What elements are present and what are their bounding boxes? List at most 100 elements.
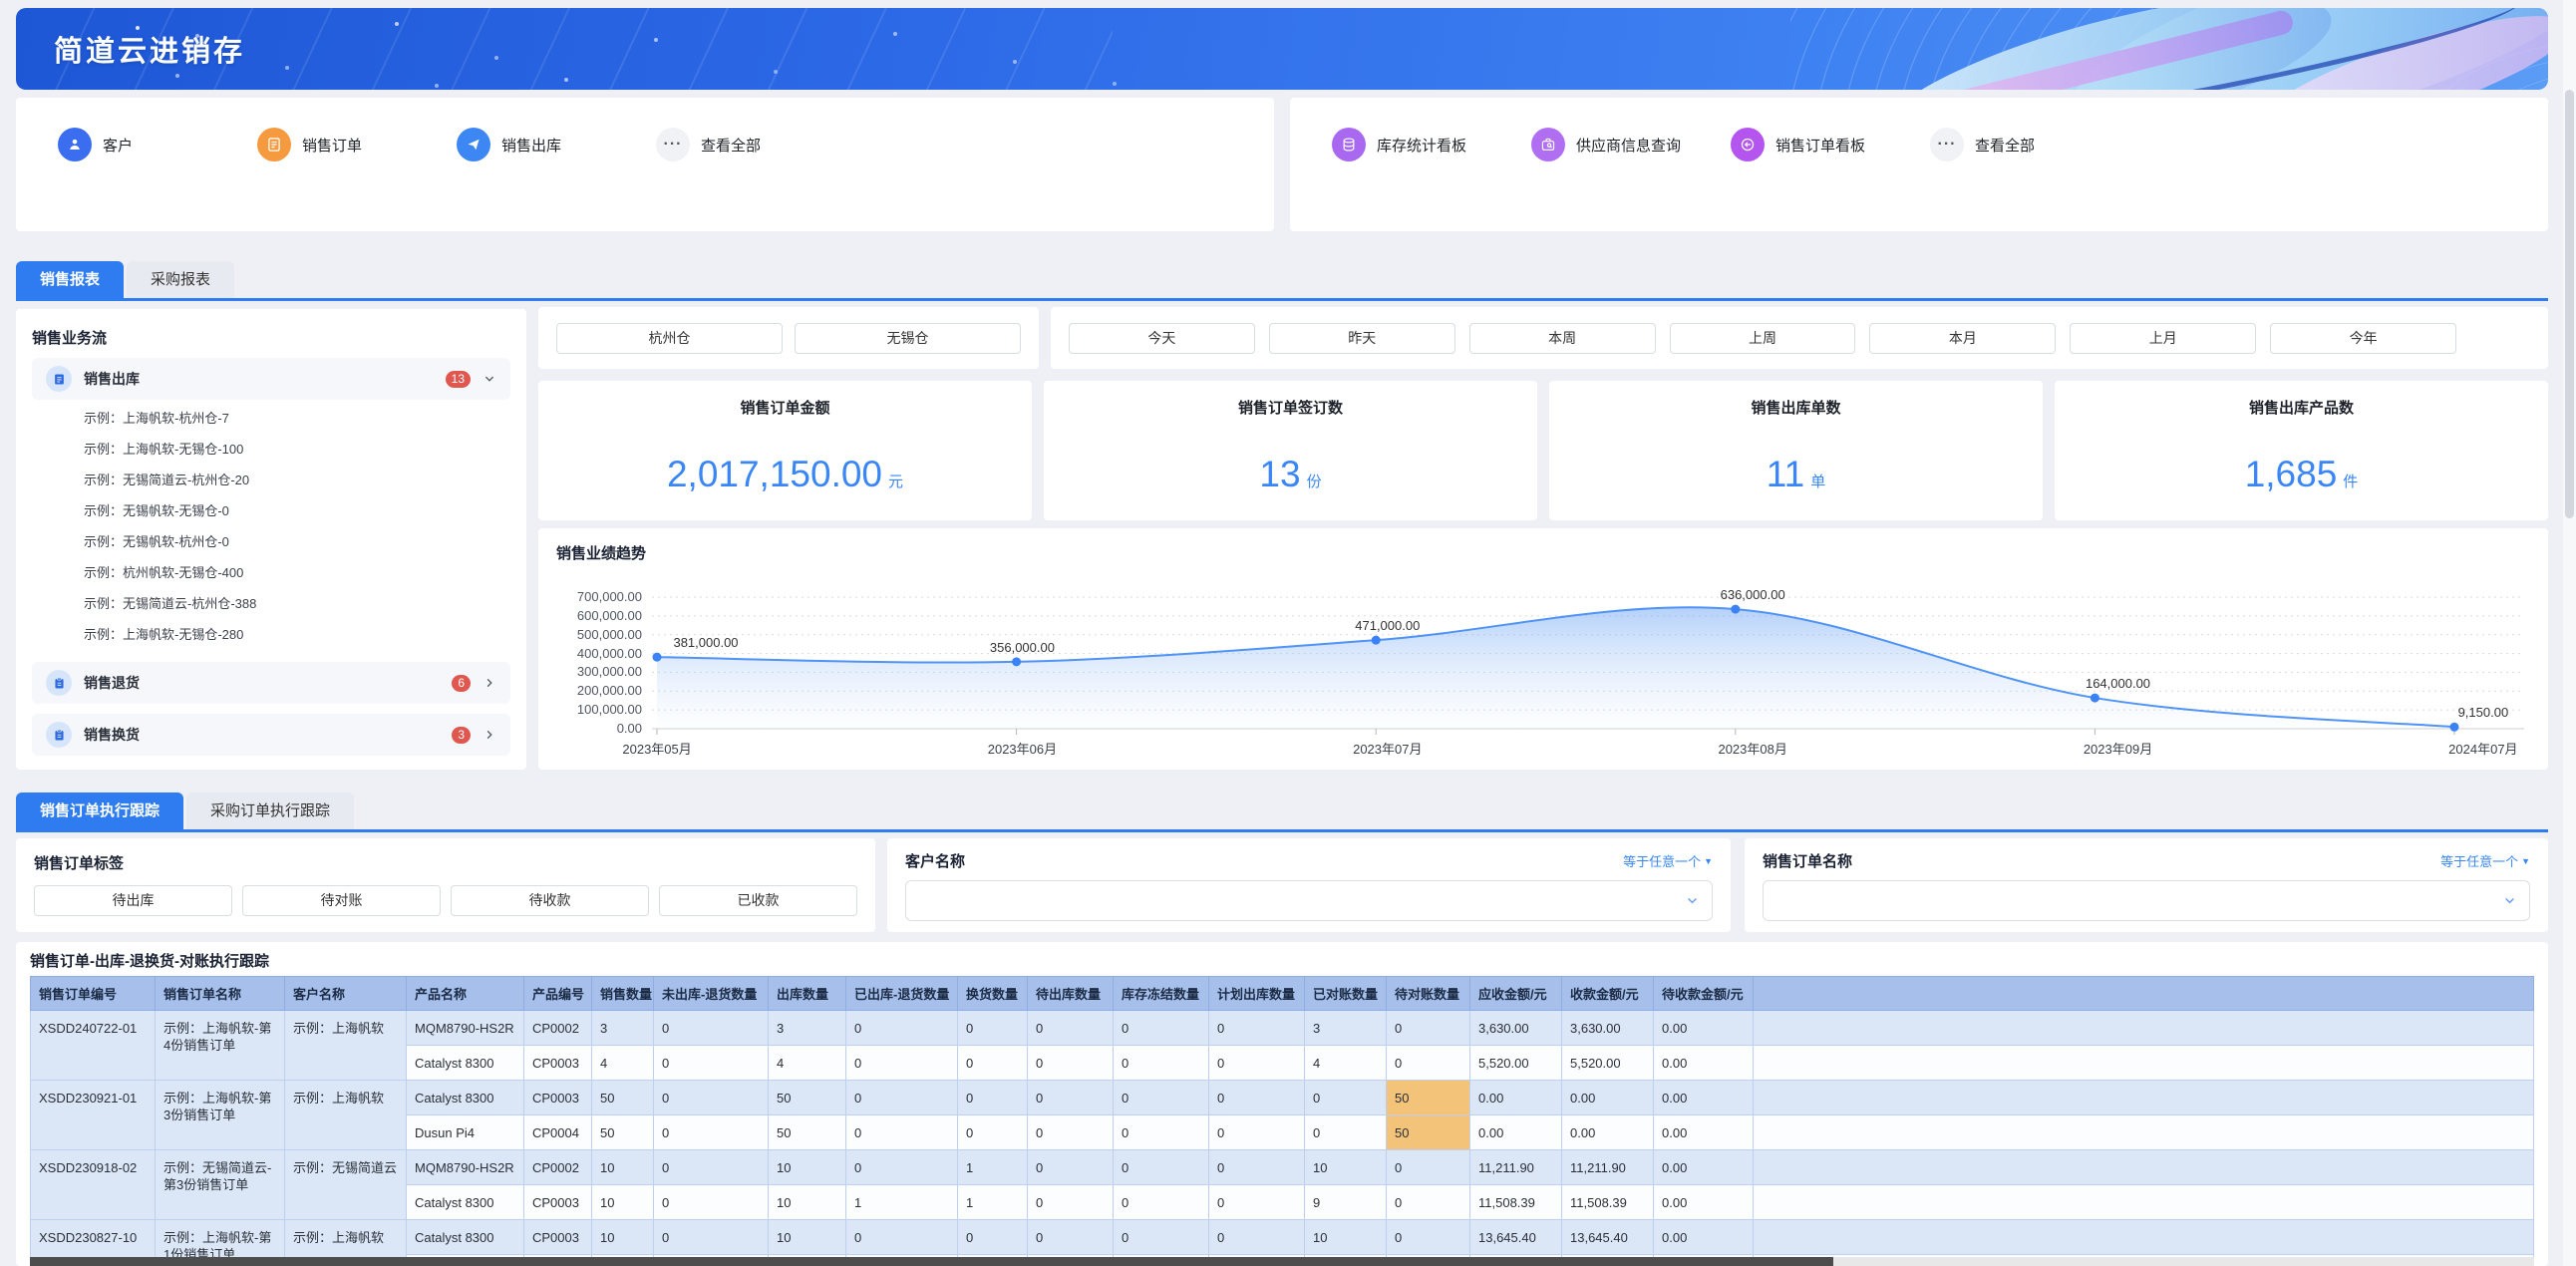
value-cell: 0.00 xyxy=(1470,1081,1562,1115)
value-cell: 0 xyxy=(1209,1011,1305,1046)
app-shortcut-sales-order[interactable]: 销售订单 xyxy=(257,128,457,161)
product-cell: MQM8790-HS2R xyxy=(407,1011,524,1046)
product-cell: Catalyst 8300 xyxy=(407,1081,524,1115)
date-range-button-6[interactable]: 今年 xyxy=(2270,323,2456,354)
filler-cell xyxy=(1754,1150,2534,1185)
value-cell: 5,520.00 xyxy=(1470,1046,1562,1081)
supplier-query-icon xyxy=(1531,128,1565,161)
app-shortcut-supplier-query[interactable]: 供应商信息查询 xyxy=(1531,128,1731,161)
y-axis-label: 500,000.00 xyxy=(556,627,642,642)
flow-group-0[interactable]: 销售出库13 xyxy=(32,358,510,400)
flow-child-item[interactable]: 示例：无锡简道云-杭州仓-20 xyxy=(84,465,510,495)
value-cell: 10 xyxy=(769,1185,846,1220)
tab-tracking_tabs-0[interactable]: 销售订单执行跟踪 xyxy=(16,792,183,829)
column-header: 待对账数量 xyxy=(1387,977,1470,1011)
value-cell: 0 xyxy=(846,1046,958,1081)
value-cell: 3 xyxy=(592,1011,654,1046)
flow-child-item[interactable]: 示例：无锡帆软-无锡仓-0 xyxy=(84,495,510,526)
date-range-button-2[interactable]: 本周 xyxy=(1469,323,1656,354)
warehouse-button-0[interactable]: 杭州仓 xyxy=(556,323,783,354)
clipboard-icon xyxy=(46,722,72,748)
date-range-button-4[interactable]: 本月 xyxy=(1869,323,2056,354)
product-cell: Catalyst 8300 xyxy=(407,1185,524,1220)
value-cell: 0 xyxy=(1114,1115,1209,1150)
value-cell: 1 xyxy=(958,1185,1028,1220)
order-tag-button-0[interactable]: 待出库 xyxy=(34,885,232,916)
flow-child-item[interactable]: 示例：杭州帆软-无锡仓-400 xyxy=(84,557,510,588)
app-shortcut-inventory-board[interactable]: 库存统计看板 xyxy=(1332,128,1531,161)
report-tab-underline xyxy=(16,298,2548,301)
column-header: 待收款金额/元 xyxy=(1654,977,1754,1011)
chevron-right-icon[interactable] xyxy=(483,676,496,690)
value-cell: 10 xyxy=(769,1220,846,1255)
table-row: Catalyst 8300CP000340400000405,520.005,5… xyxy=(31,1046,2534,1081)
flow-group-1[interactable]: 销售退货6 xyxy=(32,662,510,704)
order-tag-button-3[interactable]: 已收款 xyxy=(659,885,857,916)
tab-report_tabs-0[interactable]: 销售报表 xyxy=(16,261,124,298)
value-cell: 13,645.40 xyxy=(1562,1220,1654,1255)
flow-child-item[interactable]: 示例：上海帆软-杭州仓-7 xyxy=(84,403,510,434)
app-shortcut-sales-outbound[interactable]: 销售出库 xyxy=(457,128,656,161)
more-icon: ··· xyxy=(1930,128,1964,161)
flow-child-item[interactable]: 示例：上海帆软-无锡仓-100 xyxy=(84,434,510,465)
data-point-label: 9,150.00 xyxy=(2458,705,2509,720)
customer-select[interactable] xyxy=(905,880,1713,921)
table-row: Catalyst 8300CP000310010110009011,508.39… xyxy=(31,1185,2534,1220)
filler-cell xyxy=(1754,1011,2534,1046)
tab-report_tabs-1[interactable]: 采购报表 xyxy=(127,261,234,298)
customer-filter-operator[interactable]: 等于任意一个▼ xyxy=(1623,851,1713,870)
table-row: XSDD240722-01示例：上海帆软-第4份销售订单示例：上海帆软MQM87… xyxy=(31,1011,2534,1046)
horizontal-scrollbar-thumb[interactable] xyxy=(30,1257,1833,1266)
customer-filter-panel: 客户名称 等于任意一个▼ xyxy=(887,838,1731,932)
trend-chart-svg xyxy=(652,589,2524,736)
value-cell: 0 xyxy=(958,1011,1028,1046)
app-shortcut-sales-order-board[interactable]: 销售订单看板 xyxy=(1731,128,1930,161)
x-axis-label: 2023年05月 xyxy=(622,739,691,758)
date-range-button-5[interactable]: 上月 xyxy=(2070,323,2256,354)
value-cell: 0 xyxy=(1209,1150,1305,1185)
value-cell: 0.00 xyxy=(1654,1011,1754,1046)
product-code-cell: CP0003 xyxy=(524,1220,592,1255)
date-range-button-1[interactable]: 昨天 xyxy=(1269,323,1455,354)
chevron-down-icon xyxy=(2502,893,2517,913)
value-cell: 0 xyxy=(654,1046,769,1081)
order-tag-buttons: 待出库待对账待收款已收款 xyxy=(34,885,857,916)
kpi-title: 销售出库产品数 xyxy=(2055,397,2548,418)
horizontal-scrollbar[interactable] xyxy=(30,1257,2534,1266)
column-header: 计划出库数量 xyxy=(1209,977,1305,1011)
flow-child-item[interactable]: 示例：无锡简道云-杭州仓-388 xyxy=(84,588,510,619)
warehouse-button-1[interactable]: 无锡仓 xyxy=(795,323,1021,354)
tracking-table-title: 销售订单-出库-退换货-对账执行跟踪 xyxy=(30,950,2534,971)
flow-child-item[interactable]: 示例：上海帆软-无锡仓-280 xyxy=(84,619,510,650)
date-range-button-3[interactable]: 上周 xyxy=(1670,323,1856,354)
app-shortcut-customer[interactable]: 客户 xyxy=(58,128,257,161)
order-name-filter-operator[interactable]: 等于任意一个▼ xyxy=(2440,851,2530,870)
order-name-select[interactable] xyxy=(1763,880,2530,921)
tracking-table-viewport: 销售订单编号销售订单名称客户名称产品名称产品编号销售数量未出库-退货数量出库数量… xyxy=(30,976,2534,1257)
chevron-right-icon[interactable] xyxy=(483,728,496,742)
warehouse-filter-panel: 杭州仓无锡仓 xyxy=(538,307,1039,369)
view-all-shortcut[interactable]: ···查看全部 xyxy=(656,128,855,161)
value-cell: 0.00 xyxy=(1654,1220,1754,1255)
value-cell: 0 xyxy=(1114,1081,1209,1115)
page: 简道云进销存 客户销售订单销售出库···查看全部 库存统计看板供应商信息查询销售… xyxy=(0,0,2576,1266)
value-cell: 0 xyxy=(1305,1115,1387,1150)
product-cell: MQM8790-HS2R xyxy=(407,1150,524,1185)
value-cell: 0 xyxy=(654,1150,769,1185)
vertical-scrollbar-thumb[interactable] xyxy=(2565,90,2574,518)
chevron-down-icon[interactable] xyxy=(483,372,496,386)
vertical-scrollbar[interactable] xyxy=(2563,0,2576,1266)
value-cell: 0 xyxy=(1387,1220,1470,1255)
tab-tracking_tabs-1[interactable]: 采购订单执行跟踪 xyxy=(186,792,354,829)
order-tag-button-2[interactable]: 待收款 xyxy=(451,885,649,916)
value-cell: 0.00 xyxy=(1654,1185,1754,1220)
value-cell: 3,630.00 xyxy=(1470,1011,1562,1046)
order-cell-order_no: XSDD230921-01 xyxy=(31,1081,156,1150)
value-cell: 0.00 xyxy=(1654,1115,1754,1150)
date-range-button-0[interactable]: 今天 xyxy=(1069,323,1255,354)
view-all-shortcut[interactable]: ···查看全部 xyxy=(1930,128,2129,161)
data-point-label: 636,000.00 xyxy=(1721,587,1785,602)
order-tag-button-1[interactable]: 待对账 xyxy=(242,885,441,916)
flow-group-2[interactable]: 销售换货3 xyxy=(32,714,510,756)
flow-child-item[interactable]: 示例：无锡帆软-杭州仓-0 xyxy=(84,526,510,557)
